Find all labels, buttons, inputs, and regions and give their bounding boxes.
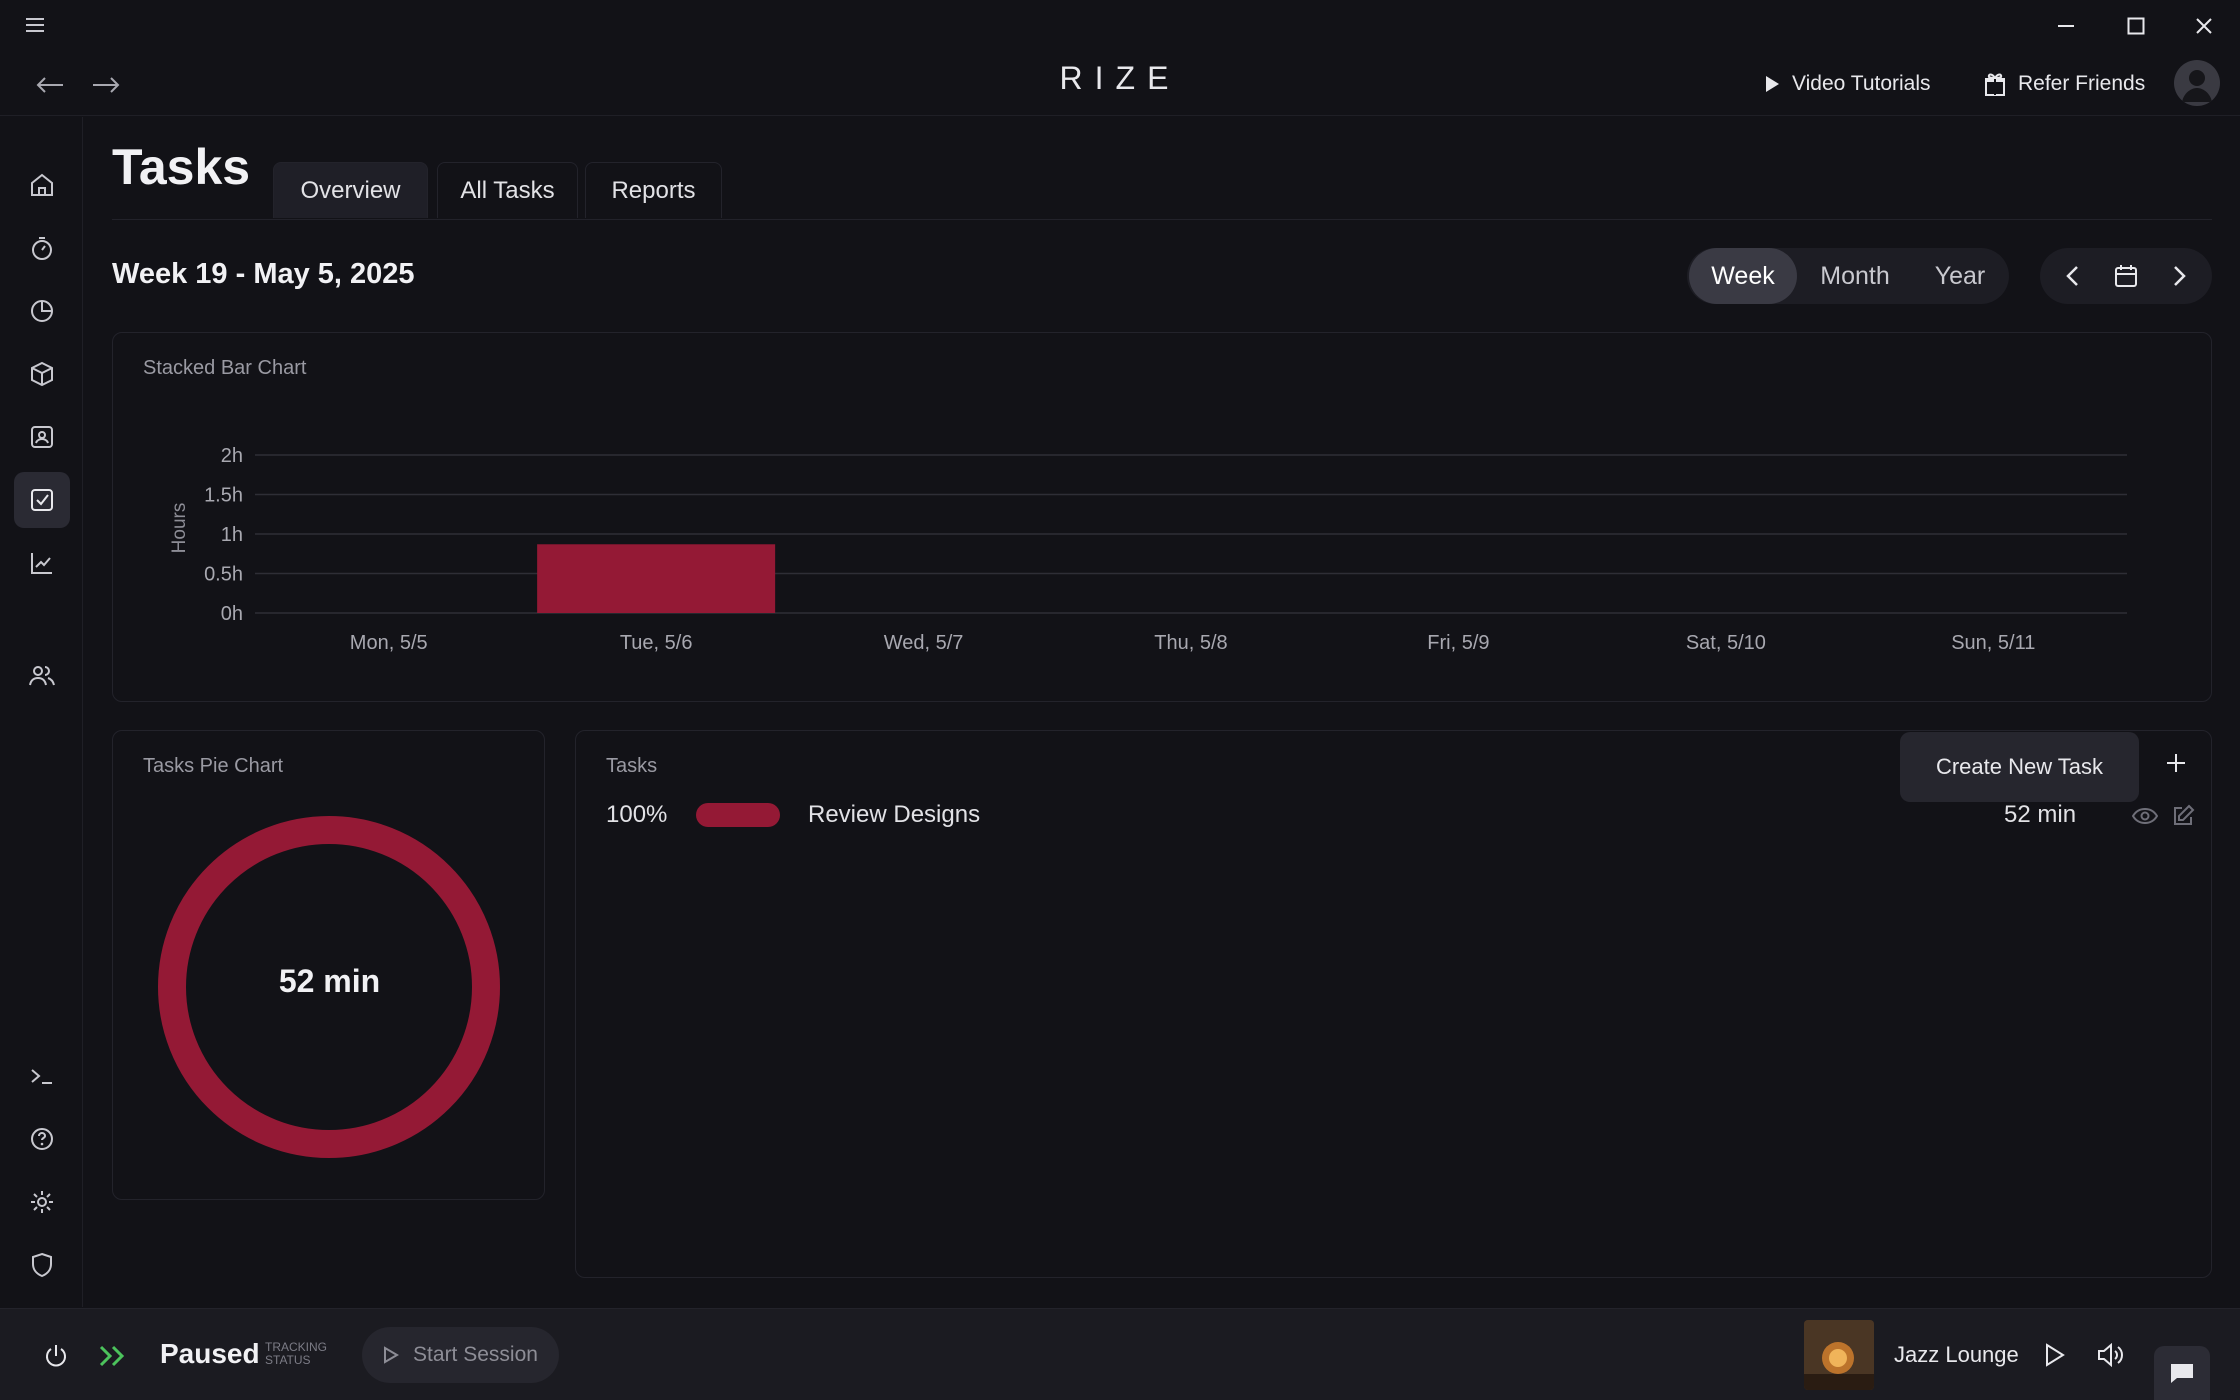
- range-month-button[interactable]: Month: [1799, 248, 1911, 304]
- week-title: Week 19 - May 5, 2025: [112, 258, 415, 290]
- chat-icon: [2171, 1364, 2193, 1383]
- sidebar-item-home[interactable]: [14, 157, 70, 213]
- sidebar-item-terminal[interactable]: [14, 1048, 70, 1104]
- pie-chart-title: Tasks Pie Chart: [143, 755, 284, 777]
- sidebar: [0, 117, 83, 1307]
- x-tick-label: Sat, 5/10: [1686, 632, 1766, 654]
- y-tick-label: 0h: [221, 603, 243, 625]
- users-icon: [29, 666, 55, 686]
- video-tutorials-button[interactable]: Video Tutorials: [1764, 68, 1931, 100]
- caption-line-2: STATUS: [265, 1353, 311, 1367]
- x-tick-label: Wed, 5/7: [884, 632, 964, 654]
- music-title: Jazz Lounge: [1894, 1342, 2019, 1367]
- sidebar-item-projects[interactable]: [14, 346, 70, 402]
- tracking-status-caption: TRACKING STATUS: [265, 1341, 327, 1367]
- sidebar-item-settings[interactable]: [14, 1174, 70, 1230]
- range-selector: Week Month Year: [1687, 248, 2009, 304]
- sidebar-item-help[interactable]: [14, 1111, 70, 1167]
- maximize-icon[interactable]: [2118, 10, 2154, 42]
- stopwatch-icon: [32, 237, 52, 260]
- shield-icon: [32, 1252, 52, 1278]
- chat-support-button[interactable]: [2154, 1346, 2210, 1400]
- donut-center-label: 52 min: [278, 963, 381, 999]
- pie-chart-icon: [31, 300, 53, 322]
- video-tutorials-label: Video Tutorials: [1792, 72, 1931, 95]
- refer-friends-button[interactable]: Refer Friends: [1984, 68, 2145, 100]
- play-icon: [1766, 76, 1779, 92]
- tracking-status: Paused: [160, 1338, 260, 1369]
- create-new-task-tooltip: Create New Task: [1900, 732, 2139, 802]
- tab-divider: [112, 219, 2212, 220]
- help-icon: [31, 1128, 53, 1150]
- task-color-swatch: [696, 803, 780, 827]
- y-axis-label: Hours: [169, 503, 190, 554]
- cube-icon: [31, 361, 53, 387]
- add-task-icon[interactable]: [2156, 743, 2196, 783]
- y-tick-label: 2h: [221, 445, 243, 467]
- power-icon[interactable]: [40, 1340, 72, 1372]
- tasks-card: Tasks 100% Review Designs 52 min: [575, 730, 2212, 1278]
- user-avatar[interactable]: [2174, 60, 2220, 106]
- eye-icon[interactable]: [2130, 801, 2160, 831]
- y-tick-label: 1.5h: [204, 485, 243, 507]
- sidebar-item-team[interactable]: [14, 647, 70, 703]
- album-art: [1804, 1320, 1874, 1390]
- sidebar-item-timer[interactable]: [14, 220, 70, 276]
- y-tick-label: 0.5h: [204, 564, 243, 586]
- edit-icon[interactable]: [2168, 801, 2198, 831]
- range-year-button[interactable]: Year: [1913, 248, 2007, 304]
- terminal-icon: [31, 1069, 52, 1084]
- date-navigator: [2040, 248, 2212, 304]
- play-outline-icon: [384, 1346, 400, 1364]
- calendar-icon[interactable]: [2106, 256, 2146, 296]
- sidebar-item-privacy[interactable]: [14, 1237, 70, 1293]
- sidebar-item-clients[interactable]: [14, 409, 70, 465]
- home-icon: [31, 173, 53, 196]
- sidebar-item-analytics[interactable]: [14, 283, 70, 339]
- x-tick-label: Mon, 5/5: [350, 632, 428, 654]
- x-tick-label: Fri, 5/9: [1427, 632, 1489, 654]
- fast-forward-icon[interactable]: [96, 1340, 130, 1372]
- x-tick-label: Thu, 5/8: [1154, 632, 1227, 654]
- next-period-icon[interactable]: [2160, 256, 2200, 296]
- task-percent: 100%: [606, 801, 668, 828]
- gear-icon: [31, 1191, 53, 1213]
- menu-icon[interactable]: [18, 12, 52, 38]
- start-session-button[interactable]: Start Session: [362, 1327, 559, 1383]
- music-play-icon[interactable]: [2040, 1340, 2070, 1370]
- x-tick-label: Sun, 5/11: [1951, 632, 2035, 654]
- tab-all-tasks[interactable]: All Tasks: [437, 162, 578, 218]
- start-session-label: Start Session: [413, 1343, 538, 1366]
- bar-chart-card: Stacked Bar Chart 0h 0.5h 1h 1.5h 2h Mon, 5/…: [112, 332, 2212, 702]
- page-title: Tasks: [112, 139, 251, 195]
- refer-friends-label: Refer Friends: [2018, 72, 2146, 95]
- pie-chart-card: Tasks Pie Chart 52 min: [112, 730, 545, 1200]
- task-duration: 52 min: [2004, 801, 2077, 828]
- bar-chart: 0h 0.5h 1h 1.5h 2h Mon, 5/5 Tue, 5/6 Wed, 5/7 T…: [169, 445, 2127, 654]
- tab-reports[interactable]: Reports: [585, 162, 722, 218]
- line-chart-icon: [31, 553, 52, 574]
- window-titlebar: [0, 0, 2240, 50]
- contact-card-icon: [31, 426, 53, 448]
- minimize-icon[interactable]: [2048, 10, 2084, 42]
- volume-icon[interactable]: [2094, 1340, 2128, 1370]
- gift-icon: [1985, 73, 2005, 96]
- task-name: Review Designs: [808, 801, 981, 828]
- bar-1[interactable]: [537, 544, 776, 613]
- x-tick-label: Tue, 5/6: [620, 632, 693, 654]
- close-icon[interactable]: [2186, 10, 2222, 42]
- range-week-button[interactable]: Week: [1689, 248, 1797, 304]
- sidebar-item-tasks[interactable]: [14, 472, 70, 528]
- prev-period-icon[interactable]: [2052, 256, 2092, 296]
- sidebar-item-reports[interactable]: [14, 535, 70, 591]
- checkbox-icon: [31, 489, 53, 511]
- tasks-card-title: Tasks: [606, 755, 658, 777]
- tab-overview[interactable]: Overview: [273, 162, 428, 218]
- y-tick-label: 1h: [221, 524, 243, 546]
